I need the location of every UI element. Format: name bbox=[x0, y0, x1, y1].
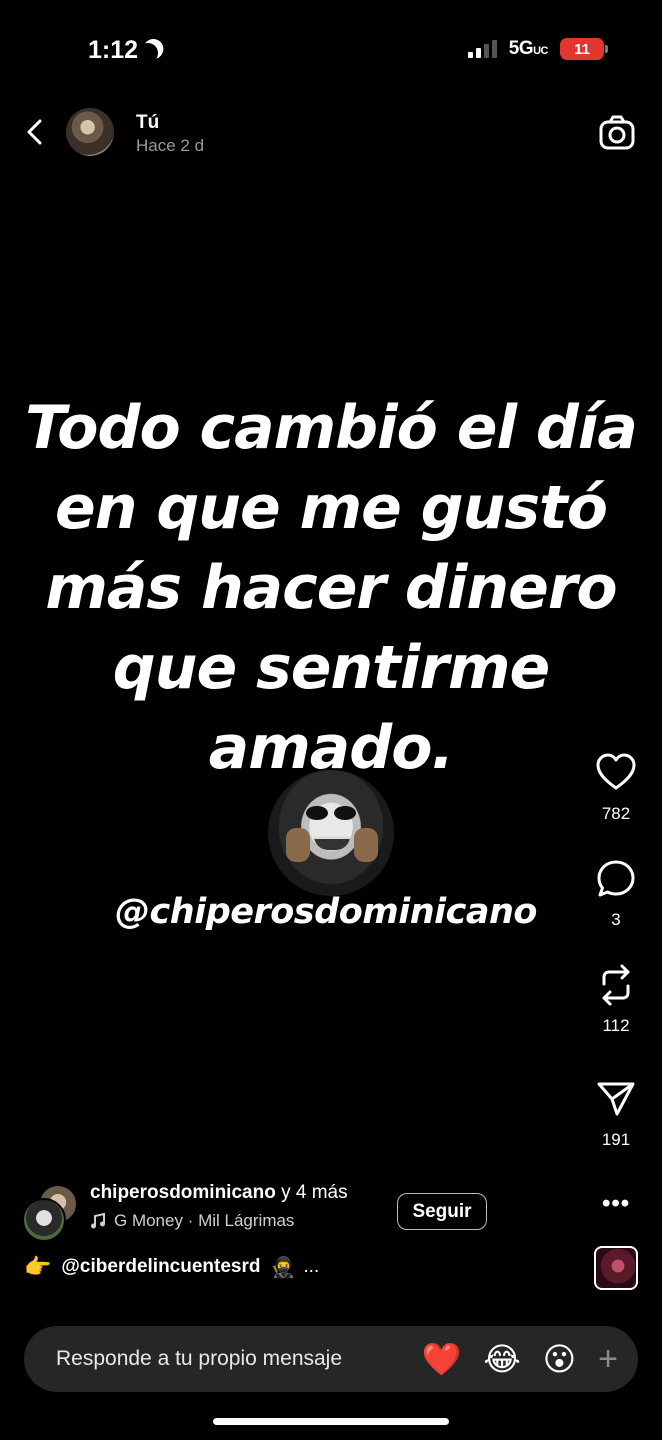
comment-count: 3 bbox=[611, 910, 621, 929]
mention-ellipsis: ... bbox=[303, 1256, 320, 1277]
signal-icon bbox=[467, 40, 497, 58]
status-indicators: 5GUC 11 bbox=[467, 38, 608, 60]
credit-more[interactable]: y 4 más bbox=[281, 1182, 348, 1203]
reply-bar[interactable]: Responde a tu propio mensaje ❤️ 😂 😮 + bbox=[24, 1326, 638, 1392]
mention-row[interactable]: 👉 @ciberdelincuentesrd 🥷 ... bbox=[24, 1254, 319, 1280]
surprised-emoji-button[interactable]: 😮 bbox=[543, 1340, 576, 1378]
laughing-emoji-button[interactable]: 😂 bbox=[483, 1340, 520, 1378]
share-button[interactable]: 191 bbox=[588, 1078, 644, 1150]
comment-button[interactable]: 3 bbox=[588, 858, 644, 930]
credit-username[interactable]: chiperosdominicano bbox=[90, 1182, 276, 1203]
follow-button[interactable]: Seguir bbox=[397, 1193, 487, 1230]
moon-icon bbox=[136, 41, 159, 64]
like-count: 782 bbox=[601, 804, 631, 823]
more-options-icon[interactable]: ••• bbox=[602, 1190, 630, 1218]
battery-icon: 11 bbox=[560, 38, 608, 60]
story-quote: Todo cambió el día en que me gustó más h… bbox=[0, 388, 662, 788]
mention-handle[interactable]: @ciberdelincuentesrd bbox=[61, 1256, 260, 1278]
avatar[interactable] bbox=[66, 108, 114, 156]
quote-line: Todo cambió el día bbox=[25, 393, 638, 463]
quote-line: más hacer dinero bbox=[45, 553, 617, 623]
story-thumbnail[interactable] bbox=[594, 1246, 638, 1290]
pointing-hand-icon: 👉 bbox=[24, 1254, 52, 1279]
repost-button[interactable]: 112 bbox=[588, 964, 644, 1036]
send-icon bbox=[597, 1082, 635, 1116]
reply-input[interactable]: Responde a tu propio mensaje bbox=[56, 1347, 400, 1371]
plus-icon[interactable]: + bbox=[598, 1340, 618, 1379]
credit-line[interactable]: chiperosdominicano y 4 más bbox=[90, 1182, 348, 1204]
story-owner-name: Tú bbox=[136, 112, 160, 133]
like-button[interactable]: 782 bbox=[588, 752, 644, 824]
story-time: Hace 2 d bbox=[136, 136, 205, 155]
quote-line: en que me gustó bbox=[55, 473, 608, 543]
song-line[interactable]: G Money · Mil Lágrimas bbox=[90, 1211, 294, 1231]
ninja-icon: 🥷 bbox=[270, 1256, 296, 1279]
music-note-icon bbox=[91, 1213, 105, 1229]
story-handle: @chiperosdominicano bbox=[115, 892, 537, 932]
network-label: 5GUC bbox=[508, 38, 549, 59]
status-time: 1:12 bbox=[88, 36, 164, 65]
avatar[interactable] bbox=[22, 1198, 66, 1242]
comment-icon bbox=[597, 860, 635, 897]
home-indicator[interactable] bbox=[213, 1418, 449, 1425]
camera-icon[interactable] bbox=[598, 114, 636, 152]
heart-icon bbox=[596, 753, 636, 790]
repost-icon bbox=[602, 964, 630, 1006]
heart-emoji-button[interactable]: ❤️ bbox=[422, 1340, 462, 1378]
repost-count: 112 bbox=[602, 1016, 630, 1035]
song-title: G Money · Mil Lágrimas bbox=[114, 1211, 295, 1230]
share-count: 191 bbox=[601, 1130, 631, 1149]
clock: 1:12 bbox=[88, 36, 139, 64]
quote-line: que sentirme bbox=[112, 633, 550, 703]
masked-figure-image bbox=[268, 770, 394, 896]
back-icon[interactable] bbox=[22, 118, 50, 146]
